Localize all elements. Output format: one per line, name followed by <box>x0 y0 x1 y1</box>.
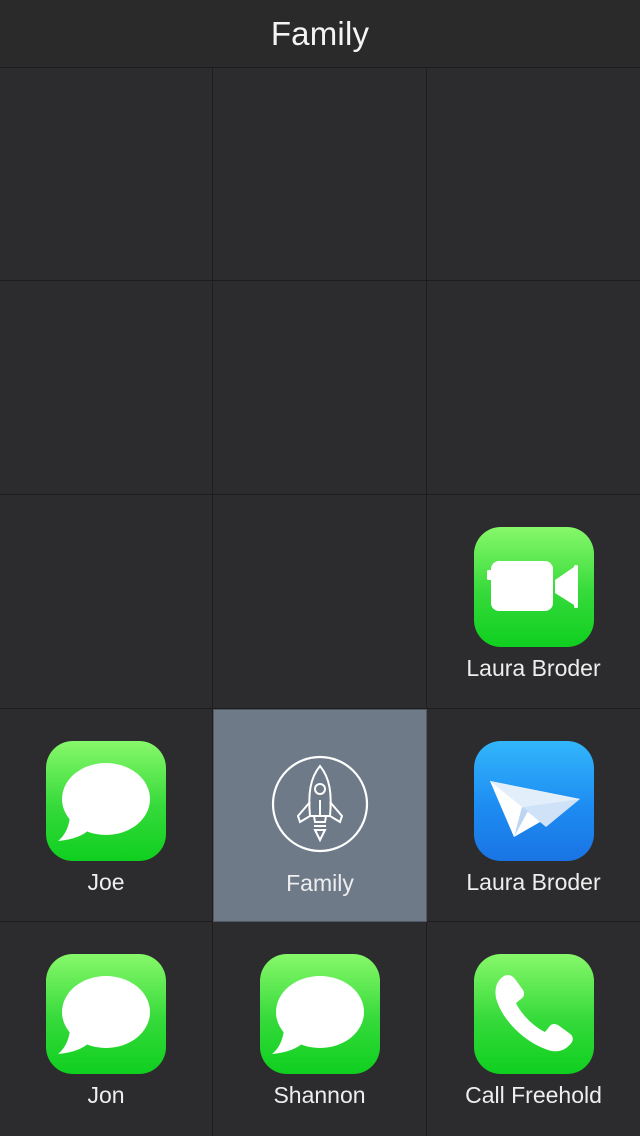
tile-label: Jon <box>87 1082 125 1108</box>
message-shannon-tile[interactable]: Shannon <box>213 922 426 1136</box>
empty-cell[interactable] <box>213 281 427 495</box>
message-jon-tile[interactable]: Jon <box>0 922 212 1136</box>
launcher-grid: Laura Broder Joe Family Laura Broder Jon… <box>0 68 640 1136</box>
empty-cell[interactable] <box>427 68 640 281</box>
header-bar: Family <box>0 0 640 68</box>
empty-cell[interactable] <box>427 281 640 495</box>
message-joe-tile[interactable]: Joe <box>0 709 212 921</box>
empty-cell[interactable] <box>0 495 213 709</box>
paper-plane-icon <box>473 741 594 861</box>
empty-cell[interactable] <box>213 495 427 709</box>
messages-icon <box>46 741 166 861</box>
messages-icon <box>259 954 380 1074</box>
messages-icon <box>46 954 166 1074</box>
page-title: Family <box>270 14 370 52</box>
grid-cell-shannon: Shannon <box>213 922 427 1136</box>
tile-label: Joe <box>87 869 125 895</box>
rocket-icon <box>271 755 369 853</box>
tile-label: Shannon <box>273 1082 366 1108</box>
empty-cell[interactable] <box>0 281 213 495</box>
empty-cell[interactable] <box>0 68 213 281</box>
facetime-icon <box>473 527 594 647</box>
tile-label: Laura Broder <box>466 655 601 681</box>
family-folder-tile[interactable]: Family <box>214 710 426 921</box>
grid-cell-family: Family <box>213 709 427 922</box>
tile-label: Laura Broder <box>466 869 601 895</box>
empty-cell[interactable] <box>213 68 427 281</box>
grid-cell-mail: Laura Broder <box>427 709 640 922</box>
grid-cell-jon: Jon <box>0 922 213 1136</box>
tile-label: Call Freehold <box>465 1082 602 1108</box>
send-laura-broder-tile[interactable]: Laura Broder <box>427 709 640 921</box>
tile-label: Family <box>286 870 354 896</box>
grid-cell-facetime: Laura Broder <box>427 495 640 709</box>
facetime-laura-broder-tile[interactable]: Laura Broder <box>427 495 640 708</box>
grid-cell-call: Call Freehold <box>427 922 640 1136</box>
call-freehold-tile[interactable]: Call Freehold <box>427 922 640 1136</box>
grid-cell-joe: Joe <box>0 709 213 922</box>
phone-icon <box>473 954 594 1074</box>
